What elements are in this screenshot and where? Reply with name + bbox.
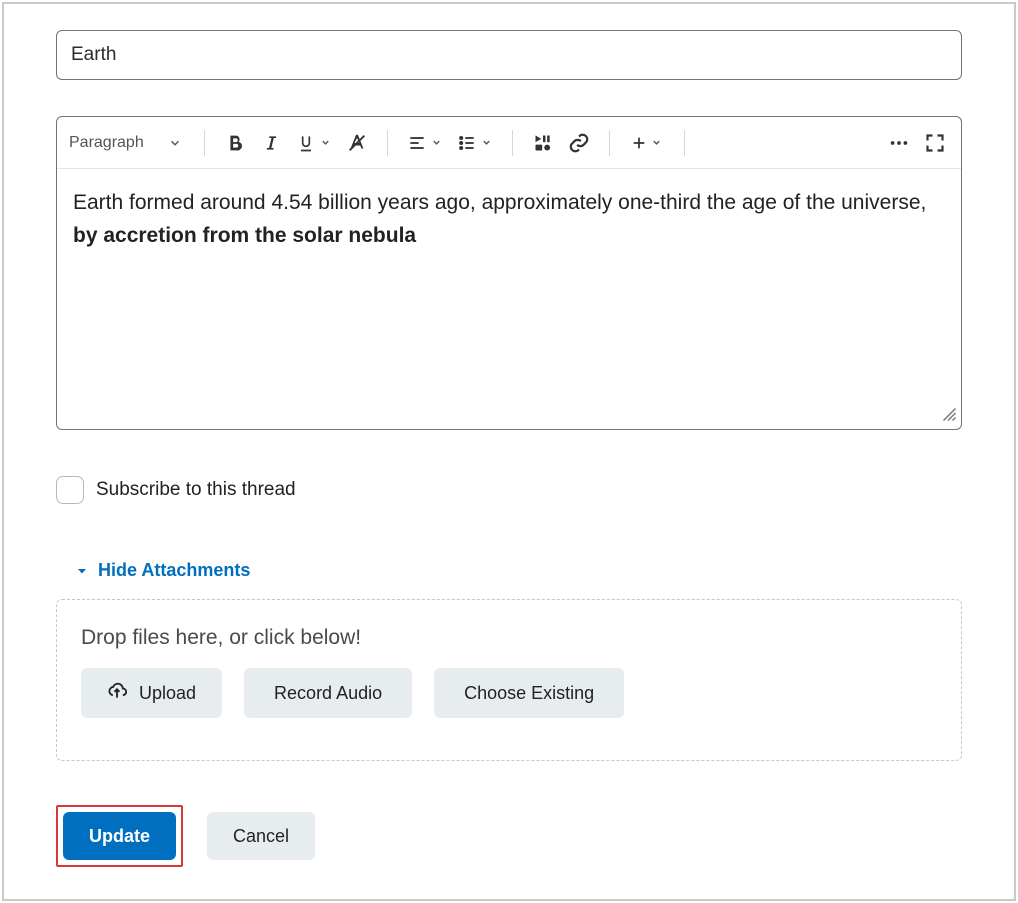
toolbar-separator [512,130,513,156]
toolbar-separator [204,130,205,156]
caret-down-icon [76,565,88,577]
subscribe-checkbox[interactable] [56,476,84,504]
fullscreen-button[interactable] [917,125,953,161]
cancel-button[interactable]: Cancel [207,812,315,860]
block-style-label: Paragraph [69,134,144,152]
update-button-highlight: Update [56,805,183,867]
toolbar-separator [684,130,685,156]
content-normal-text: Earth formed around 4.54 billion years a… [73,191,926,214]
underline-button[interactable] [289,125,339,161]
text-color-button[interactable] [339,125,375,161]
content-bold-text: by accretion from the solar nebula [73,224,416,247]
post-title-input[interactable] [56,30,962,80]
subscribe-row: Subscribe to this thread [56,476,962,504]
form-actions: Update Cancel [56,805,962,867]
upload-button[interactable]: Upload [81,668,222,718]
more-options-button[interactable] [881,125,917,161]
record-audio-label: Record Audio [274,683,382,704]
block-style-select[interactable]: Paragraph [69,134,192,152]
edit-post-panel: Paragraph [2,2,1016,901]
dropzone-actions: Upload Record Audio Choose Existing [81,668,937,718]
choose-existing-button[interactable]: Choose Existing [434,668,624,718]
dropzone-instruction: Drop files here, or click below! [81,626,937,650]
chevron-down-icon [168,136,182,150]
toolbar-separator [609,130,610,156]
list-button[interactable] [450,125,500,161]
rich-text-editor: Paragraph [56,116,962,430]
editor-toolbar: Paragraph [57,117,961,169]
resize-handle-icon[interactable] [939,404,957,427]
italic-button[interactable] [253,125,289,161]
insert-more-button[interactable] [622,125,672,161]
attachments-dropzone[interactable]: Drop files here, or click below! Upload … [56,599,962,761]
update-button[interactable]: Update [63,812,176,860]
upload-label: Upload [139,683,196,704]
attachments-toggle-label: Hide Attachments [98,560,250,581]
align-button[interactable] [400,125,450,161]
bold-button[interactable] [217,125,253,161]
choose-existing-label: Choose Existing [464,683,594,704]
link-button[interactable] [561,125,597,161]
attachments-toggle[interactable]: Hide Attachments [76,560,962,581]
subscribe-label: Subscribe to this thread [96,479,296,501]
toolbar-separator [387,130,388,156]
upload-icon [107,681,127,706]
record-audio-button[interactable]: Record Audio [244,668,412,718]
editor-content-area[interactable]: Earth formed around 4.54 billion years a… [57,169,961,270]
insert-media-button[interactable] [525,125,561,161]
